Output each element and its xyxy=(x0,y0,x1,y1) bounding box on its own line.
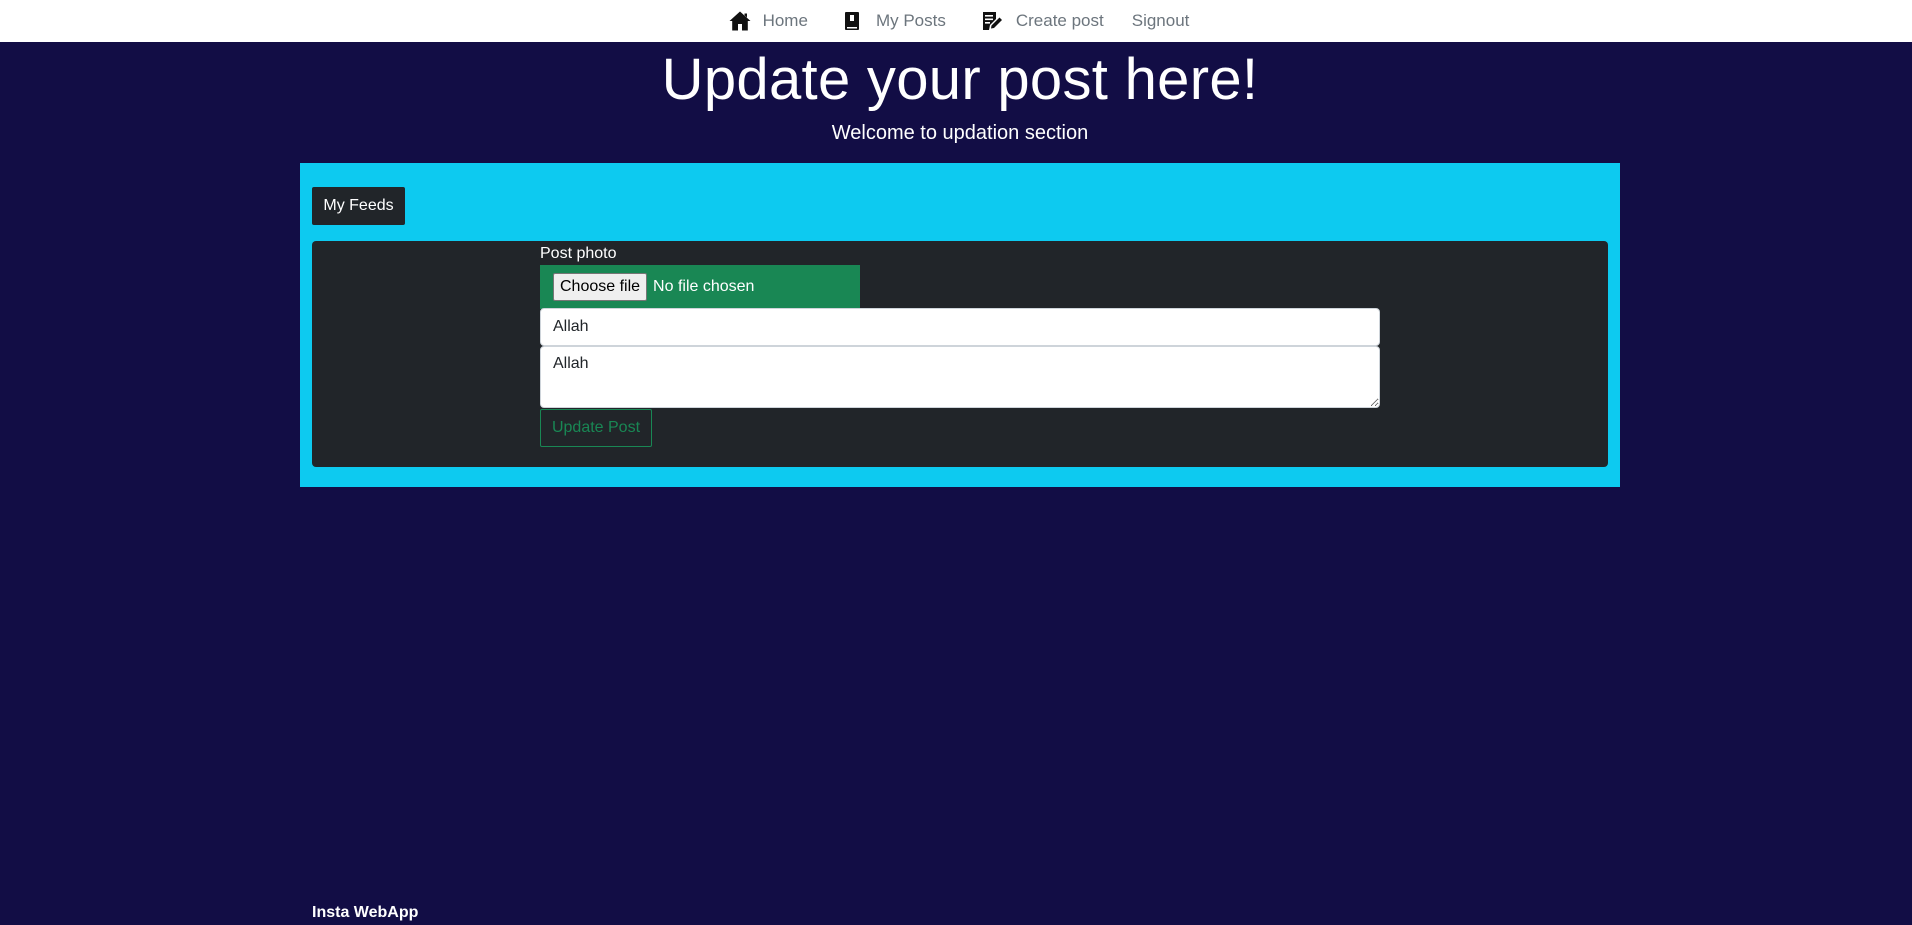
my-feeds-button[interactable]: My Feeds xyxy=(312,187,405,225)
post-photo-label: Post photo xyxy=(540,245,617,262)
file-input[interactable]: Choose file No file chosen xyxy=(540,265,860,309)
page-title: Update your post here! xyxy=(661,47,1259,112)
file-status-text: No file chosen xyxy=(653,278,755,295)
post-title-input[interactable] xyxy=(540,308,1380,346)
update-form-card: Post photo Choose file No file chosen Al… xyxy=(312,241,1608,467)
update-panel: My Feeds Post photo Choose file No file … xyxy=(300,163,1620,487)
nav-signout-label: Signout xyxy=(1131,11,1190,30)
page-subtitle: Welcome to updation section xyxy=(831,122,1089,144)
choose-file-button[interactable]: Choose file xyxy=(553,273,648,301)
edit-note-icon xyxy=(982,12,1002,30)
footer-brand: Insta WebApp xyxy=(312,904,419,921)
post-description-textarea[interactable]: Allah xyxy=(540,346,1380,408)
nav-my-posts-link[interactable]: My Posts xyxy=(830,9,958,33)
home-icon xyxy=(729,11,751,31)
book-icon xyxy=(844,12,859,30)
nav-create-post-link[interactable]: Create post xyxy=(968,9,1116,33)
nav-home-link[interactable]: Home xyxy=(715,9,820,33)
nav-my-posts-label: My Posts xyxy=(875,11,946,30)
nav-signout-link[interactable]: Signout xyxy=(1120,11,1202,31)
nav-links: Home My Posts Create post Signout xyxy=(715,9,1202,33)
nav-home-label: Home xyxy=(762,11,808,30)
top-navbar: Home My Posts Create post Signout xyxy=(0,0,1912,42)
nav-create-post-label: Create post xyxy=(1015,11,1104,30)
update-post-button[interactable]: Update Post xyxy=(540,409,652,447)
